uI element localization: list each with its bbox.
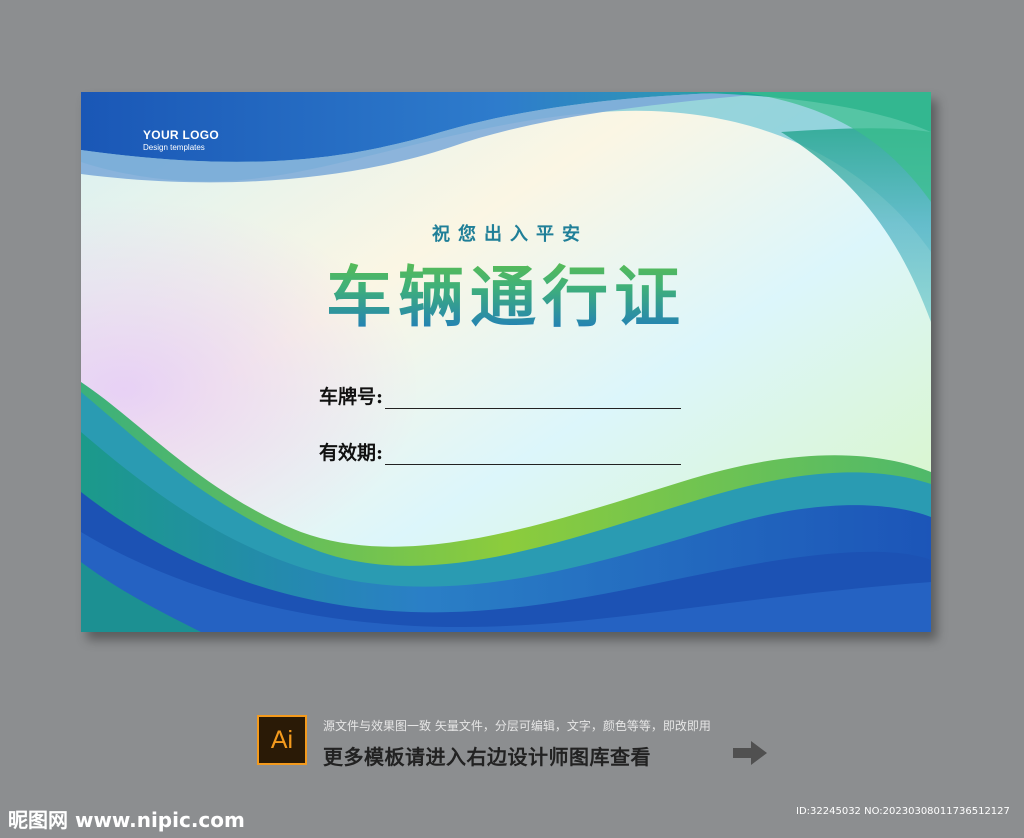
validity-line xyxy=(385,444,682,465)
footer-promo[interactable]: 更多模板请进入右边设计师图库查看 xyxy=(323,741,651,770)
pass-card: YOUR LOGO Design templates 祝您出入平安 车辆通行证 … xyxy=(81,92,931,632)
footer-note: 源文件与效果图一致 矢量文件，分层可编辑，文字，颜色等等，即改即用 xyxy=(323,719,711,733)
plate-number-label: 车牌号: xyxy=(319,386,384,408)
plate-number-field: 车牌号: xyxy=(319,382,682,409)
arrow-right-icon[interactable] xyxy=(733,739,769,767)
ai-file-icon: Ai xyxy=(257,715,307,765)
card-subtitle: 祝您出入平安 xyxy=(432,224,588,245)
card-background xyxy=(81,92,931,632)
logo-title: YOUR LOGO xyxy=(143,128,220,142)
logo: YOUR LOGO Design templates xyxy=(143,128,219,152)
watermark-site: 昵图网 www.nipic.com xyxy=(8,808,245,832)
validity-field: 有效期: xyxy=(319,438,682,465)
watermark-id: ID:32245032 NO:20230308011736512127 xyxy=(796,806,1010,817)
plate-number-line xyxy=(385,388,682,409)
validity-label: 有效期: xyxy=(319,442,384,464)
logo-subtitle: Design templates xyxy=(143,143,205,152)
card-title: 车辆通行证 xyxy=(81,244,931,340)
